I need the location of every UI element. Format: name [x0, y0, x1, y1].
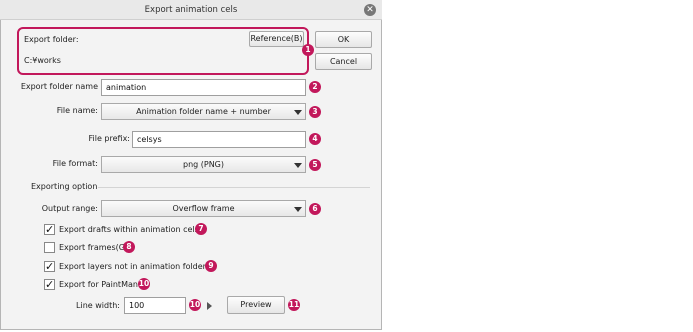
callout-6: 6 [309, 203, 321, 215]
checkmark-icon: ✓ [45, 223, 55, 236]
callout-2: 2 [309, 81, 321, 93]
dialog-title: Export animation cels [144, 5, 238, 15]
callout-4: 4 [309, 133, 321, 145]
line-width-input[interactable]: 100 [124, 297, 186, 314]
file-prefix-label: File prefix: [88, 134, 130, 143]
callout-5: 5 [309, 159, 321, 171]
checkbox-export-frames[interactable] [44, 242, 55, 253]
checkbox-export-layers[interactable]: ✓ [44, 261, 55, 272]
slider-arrow-icon[interactable] [207, 302, 212, 310]
line-width-label: Line width: [76, 301, 120, 310]
callout-10b: 10 [189, 299, 201, 311]
checkbox-export-drafts[interactable]: ✓ [44, 224, 55, 235]
file-name-value: Animation folder name + number [136, 107, 271, 116]
file-format-dropdown[interactable]: png (PNG) [101, 156, 306, 173]
file-name-label: File name: [56, 106, 98, 115]
callout-1: 1 [302, 44, 314, 56]
export-folder-name-label: Export folder name [20, 82, 98, 91]
callout-10: 10 [138, 278, 150, 290]
export-drafts-label[interactable]: Export drafts within animation cels [59, 225, 199, 234]
callout-9: 9 [205, 260, 217, 272]
chevron-down-icon [294, 207, 302, 212]
callout-7: 7 [195, 223, 207, 235]
ok-button[interactable]: OK [315, 31, 372, 48]
file-prefix-input[interactable]: celsys [132, 131, 306, 148]
checkbox-export-paintman[interactable]: ✓ [44, 279, 55, 290]
export-path: C:¥works [24, 56, 61, 65]
export-layers-label[interactable]: Export layers not in animation folders [59, 262, 210, 271]
exporting-option-label: Exporting option [31, 182, 98, 191]
cancel-button[interactable]: Cancel [315, 53, 372, 70]
output-range-value: Overflow frame [172, 204, 235, 213]
output-range-label: Output range: [41, 204, 98, 213]
export-folder-name-input[interactable]: animation [101, 79, 306, 96]
callout-8: 8 [123, 241, 135, 253]
section-divider [98, 187, 370, 188]
output-range-dropdown[interactable]: Overflow frame [101, 200, 306, 217]
export-paintman-label[interactable]: Export for PaintMan [59, 280, 138, 289]
export-folder-label: Export folder: [24, 35, 79, 44]
chevron-down-icon [294, 163, 302, 168]
file-name-dropdown[interactable]: Animation folder name + number [101, 103, 306, 120]
checkmark-icon: ✓ [45, 278, 55, 291]
callout-3: 3 [309, 106, 321, 118]
callout-11: 11 [288, 299, 300, 311]
close-icon[interactable]: ✕ [364, 4, 376, 16]
file-format-label: File format: [52, 159, 98, 168]
reference-button[interactable]: Reference(B) [249, 31, 304, 47]
chevron-down-icon [294, 110, 302, 115]
preview-button[interactable]: Preview [227, 296, 285, 314]
file-format-value: png (PNG) [182, 160, 225, 169]
checkmark-icon: ✓ [45, 260, 55, 273]
export-frames-label[interactable]: Export frames(G) [59, 243, 128, 252]
